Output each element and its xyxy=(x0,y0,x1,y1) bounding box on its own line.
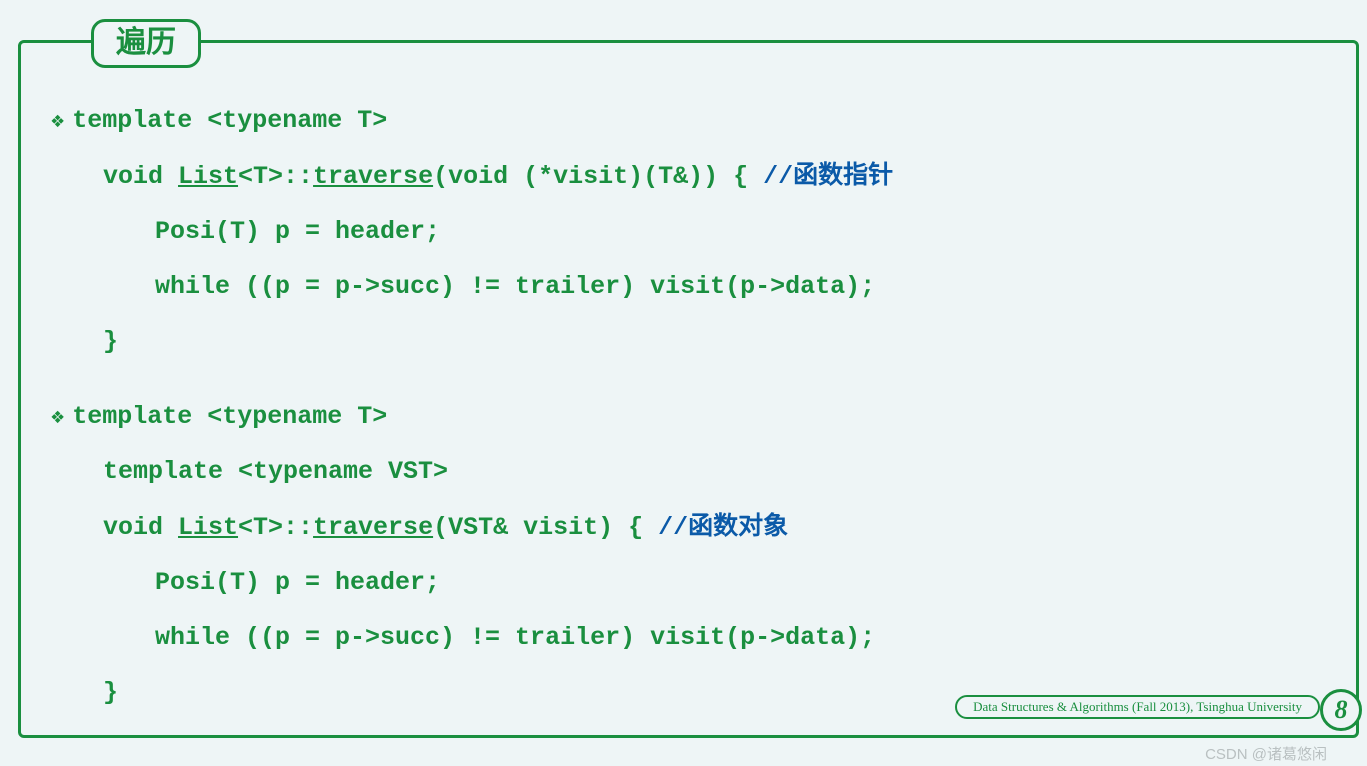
code-comment: //函数指针 xyxy=(763,162,893,191)
code-block-1: template <typename T> void List<T>::trav… xyxy=(51,93,1326,369)
watermark: CSDN @诸葛悠闲 xyxy=(1205,743,1327,764)
code-block-2: template <typename T> template <typename… xyxy=(51,389,1326,720)
code-content: template <typename T> void List<T>::trav… xyxy=(21,43,1356,760)
code-line: while ((p = p->succ) != trailer) visit(p… xyxy=(51,610,1326,665)
code-line: } xyxy=(51,314,1326,369)
page-number: 8 xyxy=(1320,689,1362,731)
code-line: while ((p = p->succ) != trailer) visit(p… xyxy=(51,259,1326,314)
code-line: void List<T>::traverse(VST& visit) { //函… xyxy=(51,499,1326,555)
method-name-underlined: traverse xyxy=(313,162,433,191)
class-name-underlined: List xyxy=(178,513,238,542)
course-badge: Data Structures & Algorithms (Fall 2013)… xyxy=(955,695,1320,719)
slide-footer: Data Structures & Algorithms (Fall 2013)… xyxy=(21,683,1356,735)
code-line: void List<T>::traverse(void (*visit)(T&)… xyxy=(51,148,1326,204)
code-line: template <typename T> xyxy=(51,389,1326,444)
code-line: template <typename T> xyxy=(51,93,1326,148)
code-line: Posi(T) p = header; xyxy=(51,555,1326,610)
code-line: template <typename VST> xyxy=(51,444,1326,499)
slide-frame: 遍历 template <typename T> void List<T>::t… xyxy=(18,40,1359,738)
class-name-underlined: List xyxy=(178,162,238,191)
code-line: Posi(T) p = header; xyxy=(51,204,1326,259)
code-comment: //函数对象 xyxy=(658,513,788,542)
slide-title: 遍历 xyxy=(91,19,201,68)
method-name-underlined: traverse xyxy=(313,513,433,542)
